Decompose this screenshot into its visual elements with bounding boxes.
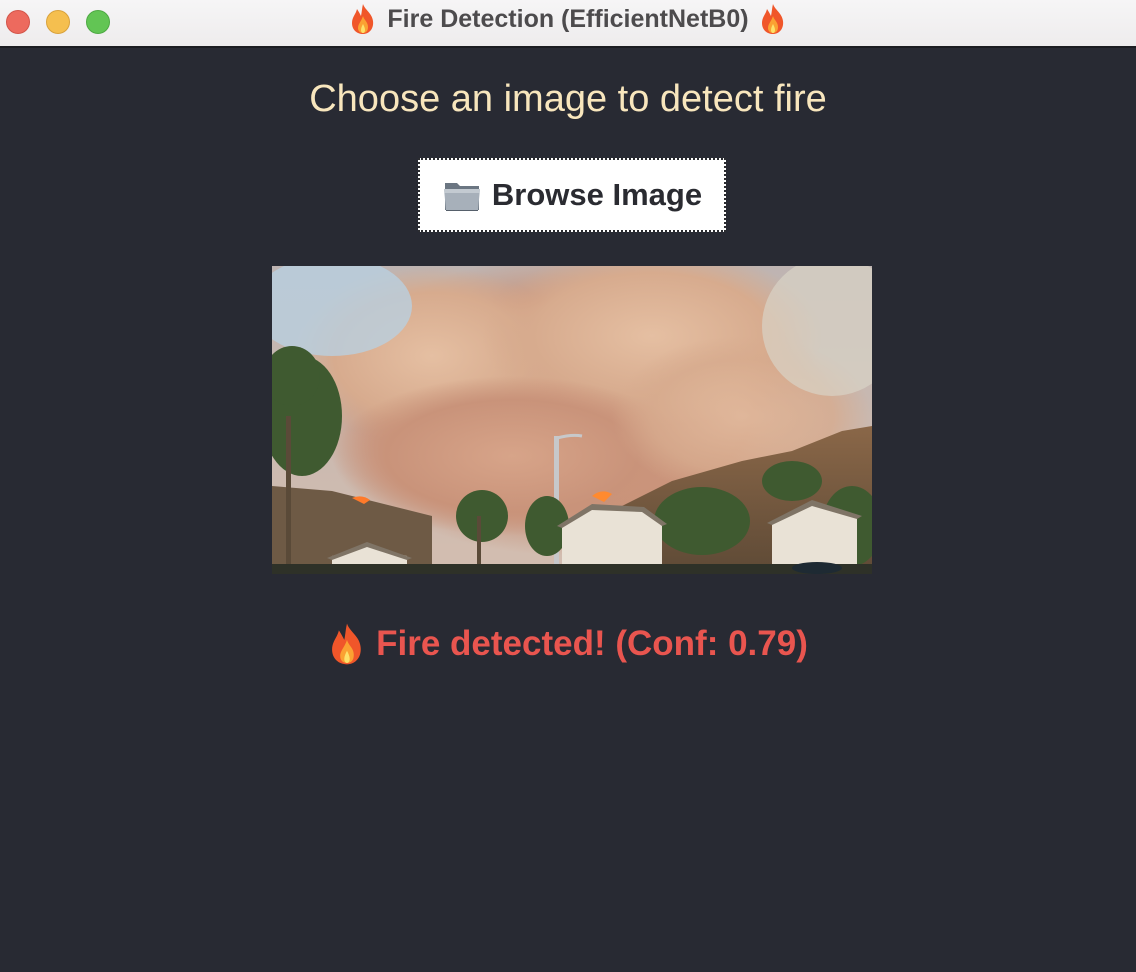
detection-result: Fire detected! (Conf: 0.79) [0, 622, 1136, 666]
fire-icon [349, 3, 377, 35]
preview-image [272, 266, 872, 574]
browse-image-button[interactable]: Browse Image [418, 158, 726, 232]
window-title: Fire Detection (EfficientNetB0) [0, 2, 1136, 36]
detection-result-text: Fire detected! (Conf: 0.79) [376, 624, 808, 663]
page-heading: Choose an image to detect fire [309, 78, 827, 120]
window-title-text: Fire Detection (EfficientNetB0) [387, 4, 749, 33]
fire-icon [759, 3, 787, 35]
fire-icon [328, 622, 366, 666]
title-bar: Fire Detection (EfficientNetB0) [0, 0, 1136, 48]
browse-button-label: Browse Image [491, 177, 703, 212]
folder-icon [442, 177, 482, 213]
app-window: Fire Detection (EfficientNetB0) Choose a… [0, 0, 1136, 972]
